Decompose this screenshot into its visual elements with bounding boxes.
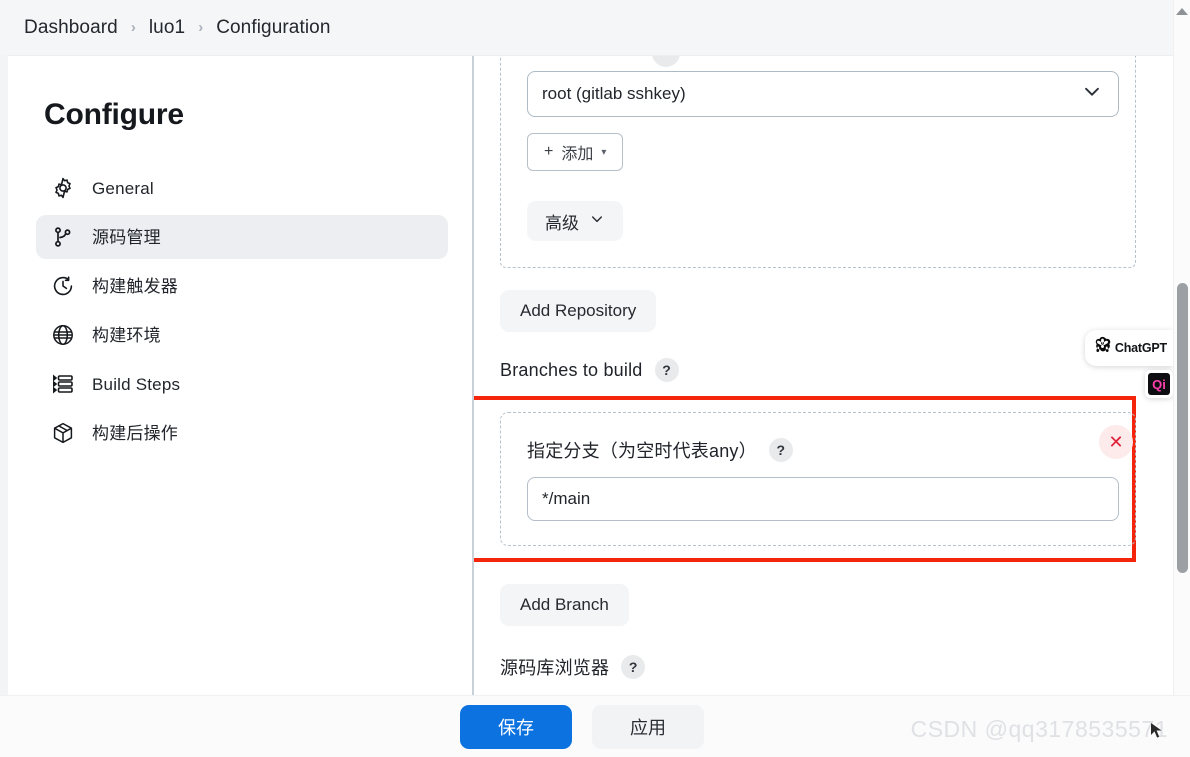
sidebar-item-label: 构建环境 [92, 325, 161, 345]
help-icon[interactable]: ? [768, 438, 793, 462]
gear-icon [50, 175, 76, 201]
repository-block: root (gitlab sshkey) + 添加 ▾ 高级 [500, 56, 1136, 268]
sidebar-item-post-build-actions[interactable]: 构建后操作 [36, 411, 448, 455]
globe-icon [50, 322, 76, 348]
breadcrumb-separator-icon: › [130, 19, 136, 36]
openai-flower-icon [1092, 335, 1113, 361]
branch-entry-block: 指定分支（为空时代表any） ? */main ✕ [500, 412, 1136, 546]
breadcrumb-item-luo1[interactable]: luo1 [149, 17, 185, 39]
sidebar-item-label: 源码管理 [92, 227, 161, 247]
chevron-down-icon [589, 211, 605, 232]
page-title: Configure [44, 98, 184, 131]
branch-specifier-input[interactable]: */main [527, 477, 1119, 521]
sidebar-item-build-steps[interactable]: Build Steps [36, 362, 448, 406]
apply-button[interactable]: 应用 [592, 704, 704, 749]
clock-icon [50, 273, 76, 299]
credentials-select-wrapper: root (gitlab sshkey) [527, 71, 1119, 117]
breadcrumb: Dashboard › luo1 › Configuration [0, 0, 1173, 56]
qi-logo-icon: Qi [1148, 373, 1170, 395]
configuration-form: root (gitlab sshkey) + 添加 ▾ 高级 Add Repos… [474, 56, 1173, 757]
sidebar-item-source-code-management[interactable]: 源码管理 [36, 215, 448, 259]
page-root: Dashboard › luo1 › Configuration Configu… [0, 0, 1190, 757]
delete-branch-button[interactable]: ✕ [1099, 425, 1133, 459]
add-credential-button[interactable]: + 添加 ▾ [527, 133, 624, 171]
form-action-bar: 保存 应用 [0, 695, 1190, 757]
repository-browser-row: 源码库浏览器 ? [500, 654, 1173, 680]
sidebar-item-label: Build Steps [92, 374, 181, 394]
branch-specifier-row: 指定分支（为空时代表any） ? [527, 437, 1115, 463]
add-branch-button[interactable]: Add Branch [500, 584, 629, 626]
scroll-up-arrow-icon[interactable] [1176, 8, 1188, 15]
git-branch-icon [50, 224, 76, 250]
breadcrumb-item-configuration[interactable]: Configuration [216, 17, 330, 39]
mouse-cursor-icon [1150, 722, 1163, 741]
breadcrumb-item-dashboard[interactable]: Dashboard [24, 17, 118, 39]
chatgpt-widget[interactable]: ChatGPT [1084, 330, 1173, 366]
sidebar-nav: General 源码管理 构建触发器 构建环境 Build Steps 构建后操… [36, 166, 448, 455]
add-credential-label: 添加 [561, 146, 594, 163]
chatgpt-label: ChatGPT [1114, 341, 1167, 355]
qi-widget[interactable]: Qi [1145, 370, 1173, 398]
sidebar-item-build-triggers[interactable]: 构建触发器 [36, 264, 448, 308]
branch-specifier-label: 指定分支（为空时代表any） [527, 441, 757, 461]
sidebar-item-build-environment[interactable]: 构建环境 [36, 313, 448, 357]
sidebar-item-label: 构建后操作 [92, 423, 178, 443]
package-icon [50, 420, 76, 446]
branches-to-build-row: Branches to build ? [500, 358, 1173, 382]
credentials-select[interactable]: root (gitlab sshkey) [527, 71, 1119, 117]
page-scrollbar[interactable] [1173, 0, 1190, 757]
highlight-annotation: 指定分支（为空时代表any） ? */main ✕ [474, 396, 1136, 562]
add-repository-button[interactable]: Add Repository [500, 290, 657, 332]
advanced-button[interactable]: 高级 [527, 201, 623, 241]
breadcrumb-separator-icon: › [198, 19, 204, 36]
help-badge-partial-icon [652, 56, 680, 67]
plus-icon: + [544, 143, 554, 160]
advanced-label: 高级 [545, 213, 579, 233]
repository-browser-label: 源码库浏览器 [500, 658, 610, 678]
list-steps-icon [50, 371, 76, 397]
scrollbar-thumb[interactable] [1177, 283, 1188, 573]
sidebar-item-label: 构建触发器 [92, 276, 178, 296]
left-gutter [0, 55, 8, 757]
help-icon[interactable]: ? [621, 655, 646, 679]
save-button[interactable]: 保存 [460, 704, 572, 749]
branches-to-build-label: Branches to build [500, 359, 643, 380]
sidebar-item-label: General [92, 178, 154, 198]
help-icon[interactable]: ? [654, 358, 679, 382]
configure-sidebar: Configure General 源码管理 构建触发器 构建环境 Build … [8, 56, 472, 757]
caret-down-icon: ▾ [601, 146, 607, 158]
sidebar-item-general[interactable]: General [36, 166, 448, 210]
